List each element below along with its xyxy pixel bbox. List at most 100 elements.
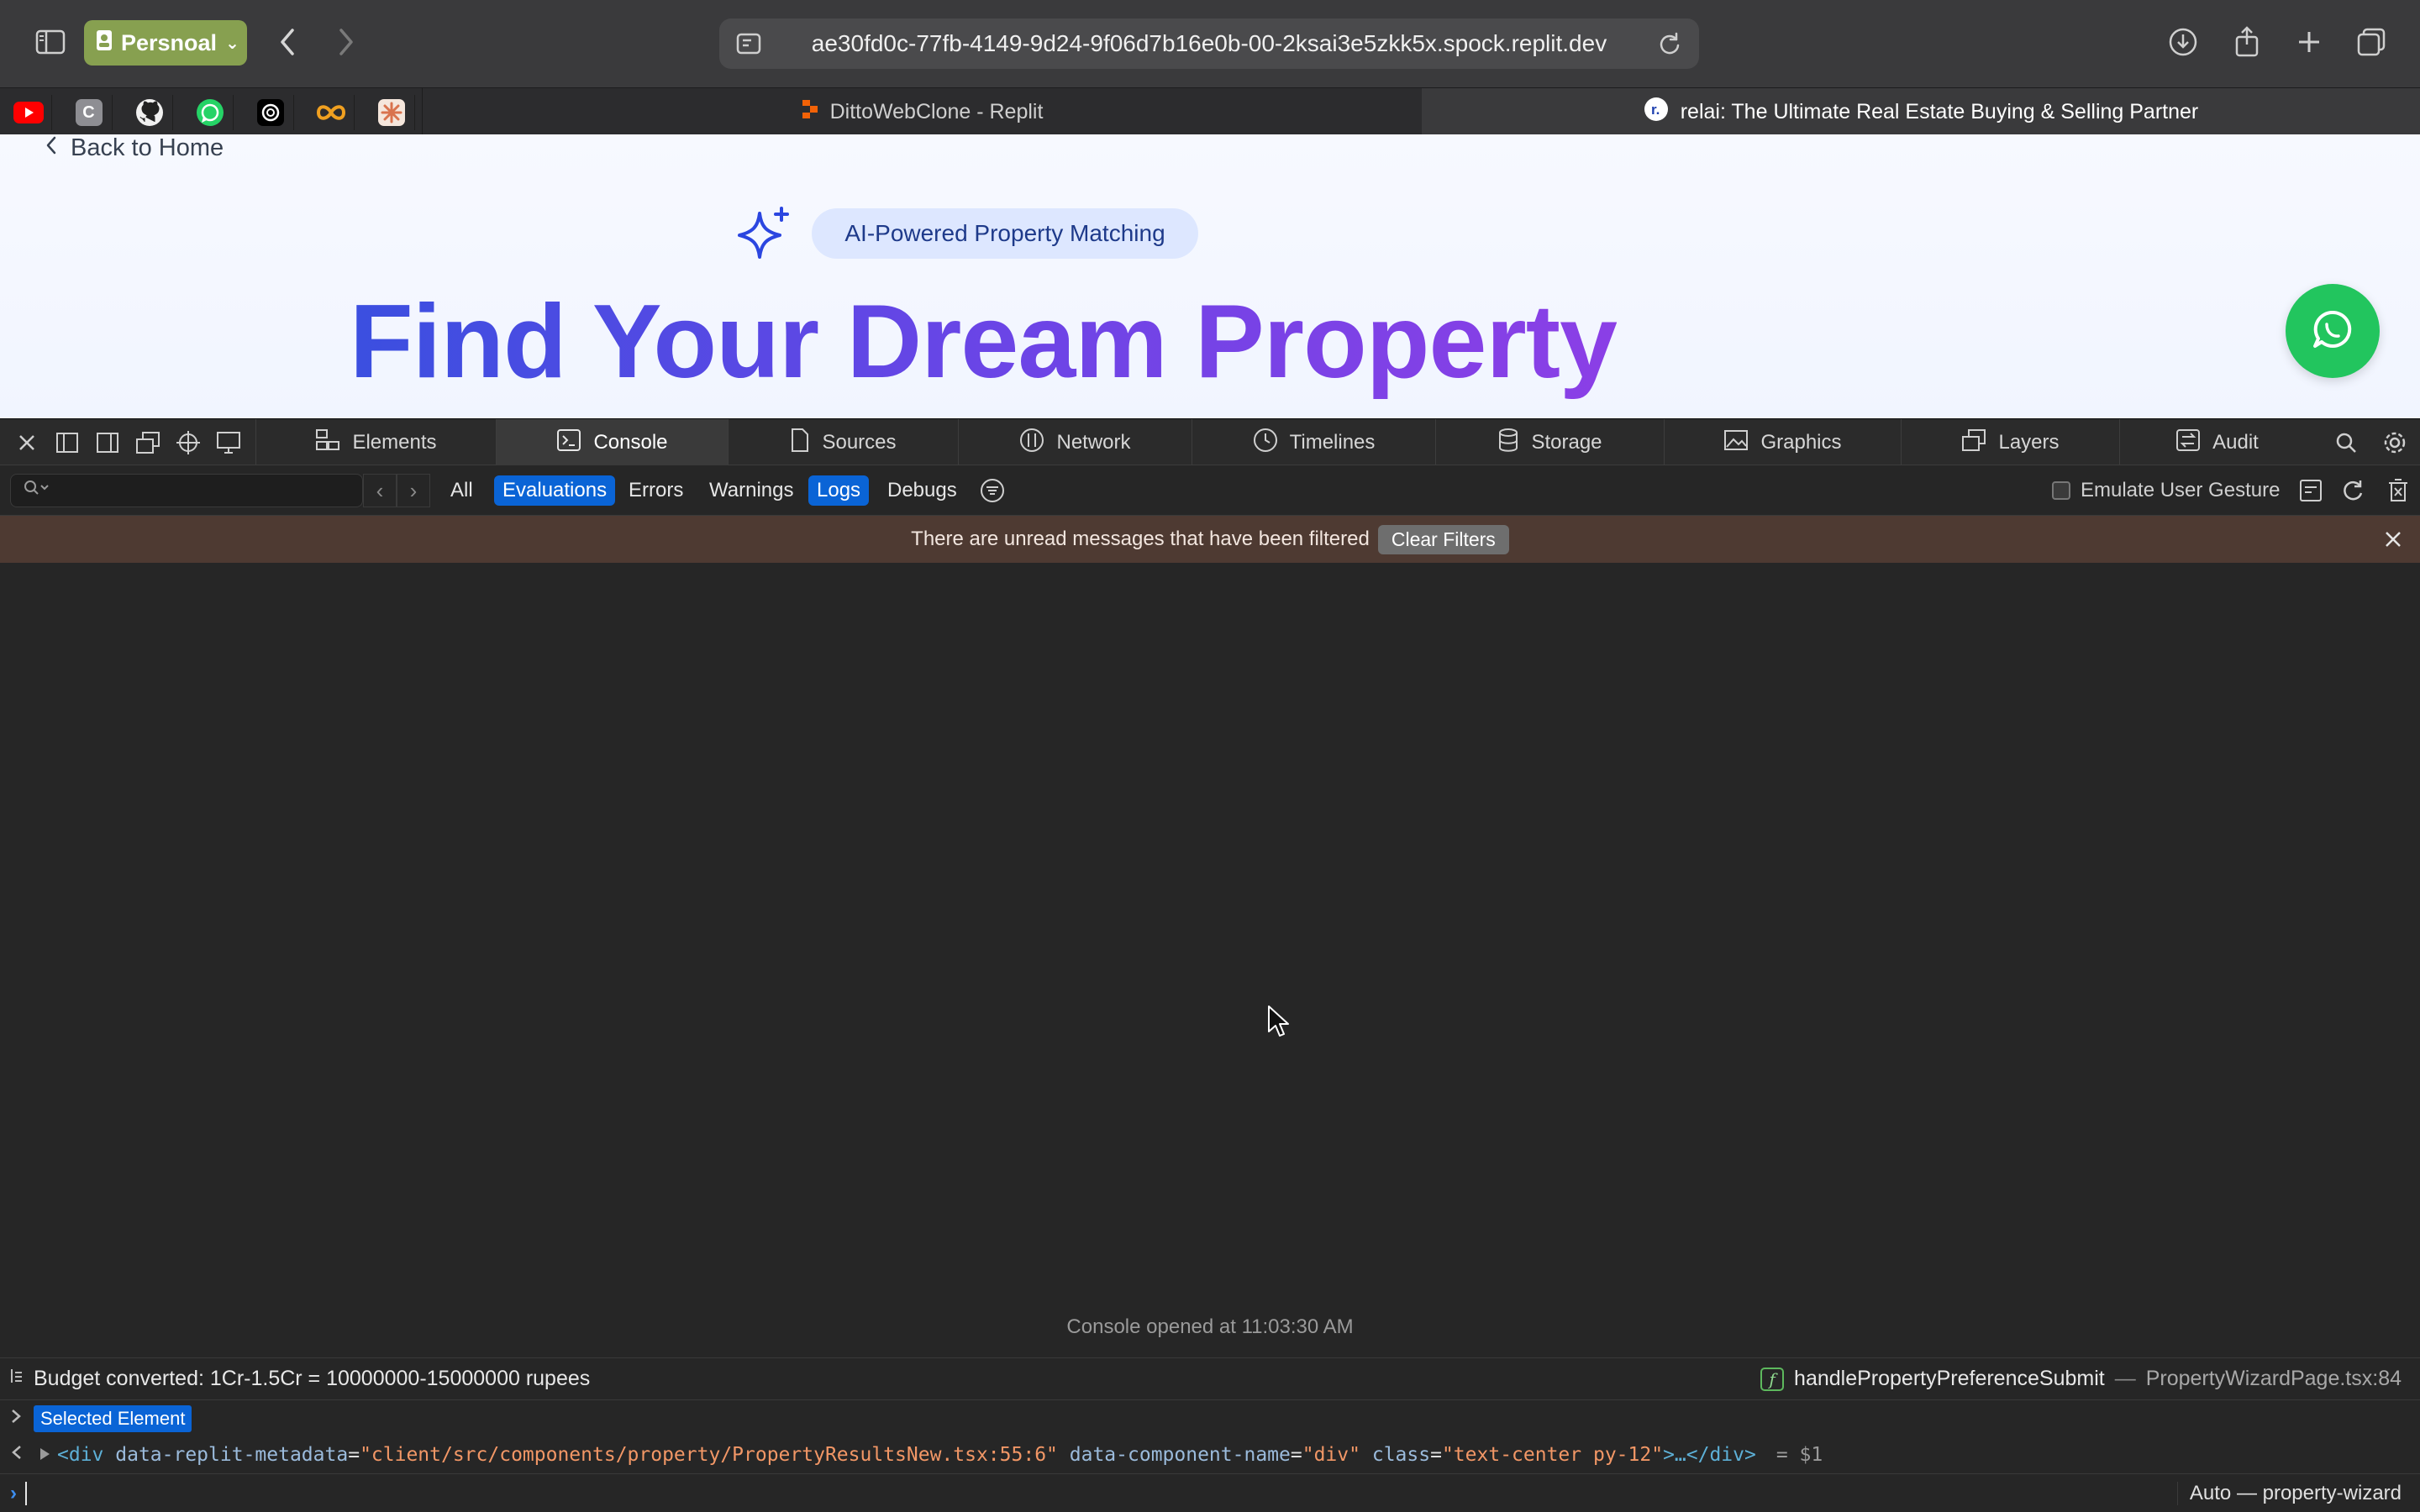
relai-icon: r. [1644, 97, 1669, 128]
favorite-claude-icon[interactable] [368, 95, 415, 130]
filter-errors[interactable]: Errors [620, 475, 692, 506]
address-bar[interactable]: ae30fd0c-77fb-4149-9d24-9f06d7b16e0b-00-… [719, 18, 1699, 69]
clear-filters-button[interactable]: Clear Filters [1377, 524, 1509, 554]
filter-all[interactable]: All [442, 475, 481, 506]
disclosure-triangle-icon[interactable] [39, 1444, 50, 1466]
tab-timelines[interactable]: Timelines [1192, 419, 1435, 466]
favorite-whatsapp-icon[interactable] [187, 95, 234, 130]
search-icon[interactable] [2329, 426, 2363, 459]
image-icon [1723, 429, 1749, 457]
document-icon [790, 428, 810, 459]
tab-label: Sources [822, 431, 897, 454]
back-label: Back to Home [71, 134, 224, 161]
detach-window-icon[interactable] [131, 426, 165, 459]
dock-left-icon[interactable] [50, 426, 84, 459]
screen: Persnoal ⌄ ae30fd0c-77fb-4149-9d24-9f06d… [0, 0, 2420, 1512]
favorite-c-icon[interactable]: C [66, 95, 113, 130]
tab-console[interactable]: Console [496, 419, 728, 466]
tab-storage[interactable]: Storage [1435, 419, 1664, 466]
device-settings-icon[interactable] [212, 426, 245, 459]
gear-icon[interactable] [2378, 426, 2412, 459]
chat-button[interactable] [2286, 284, 2380, 378]
element-picker-icon[interactable] [171, 426, 205, 459]
prompt-chevron-icon: › [10, 1481, 17, 1504]
emulate-label: Emulate User Gesture [2081, 479, 2281, 501]
close-icon[interactable] [2380, 526, 2407, 553]
console-icon [556, 428, 581, 458]
tab-sources[interactable]: Sources [728, 419, 958, 466]
filter-input[interactable] [10, 474, 363, 507]
tab-elements[interactable]: Elements [255, 419, 496, 466]
tab-overview-icon[interactable] [2351, 22, 2391, 62]
node-close-tag: >…</div> [1663, 1444, 1756, 1466]
clear-console-icon[interactable] [2381, 474, 2415, 507]
sidebar-toggle-icon[interactable] [30, 22, 71, 62]
downloads-icon[interactable] [2163, 22, 2203, 62]
forward-nav-icon[interactable] [326, 22, 366, 62]
tab-label: Elements [352, 431, 437, 454]
page-settings-icon[interactable] [719, 18, 778, 69]
favorite-youtube-icon[interactable] [5, 95, 52, 130]
profile-button[interactable]: Persnoal ⌄ [84, 20, 247, 66]
filter-warnings[interactable]: Warnings [701, 475, 802, 506]
emulate-user-gesture-toggle[interactable]: Emulate User Gesture [2052, 475, 2280, 506]
ai-matching-badge: AI-Powered Property Matching [812, 208, 1198, 259]
node-attr-value: "div" [1302, 1444, 1360, 1466]
filter-options-icon[interactable] [971, 475, 1013, 506]
tab-label: Graphics [1760, 431, 1842, 454]
profile-badge-icon [96, 29, 113, 57]
back-to-home-link[interactable]: Back to Home [45, 134, 224, 162]
favorite-openai-icon[interactable] [247, 95, 294, 130]
tab-layers[interactable]: Layers [1901, 419, 2119, 466]
tab-bar: C DittoWebClone - Replit r. relai: The U… [0, 87, 2420, 135]
browser-toolbar: Persnoal ⌄ ae30fd0c-77fb-4149-9d24-9f06d… [0, 0, 2420, 87]
dock-right-icon[interactable] [91, 426, 124, 459]
network-icon [1019, 428, 1044, 459]
node-open-tag: <div [57, 1444, 104, 1466]
devtools-tab-bar: Elements Console Sources Network Timelin… [0, 418, 2420, 466]
chevron-left-icon [45, 134, 57, 162]
log-source[interactable]: f handlePropertyPreferenceSubmit — Prope… [1760, 1367, 2402, 1391]
tab-dittowebclone[interactable]: DittoWebClone - Replit [422, 88, 1422, 135]
filter-evaluations[interactable]: Evaluations [494, 475, 616, 506]
emulate-checkbox[interactable] [2052, 481, 2070, 500]
back-nav-icon[interactable] [267, 22, 308, 62]
log-function-name: handlePropertyPreferenceSubmit [1794, 1367, 2105, 1390]
tab-relai[interactable]: r. relai: The Ultimate Real Estate Buyin… [1422, 88, 2420, 135]
console-log-row[interactable]: Budget converted: 1Cr-1.5Cr = 10000000-1… [0, 1357, 2420, 1399]
new-tab-icon[interactable] [2289, 22, 2329, 62]
close-devtools-icon[interactable] [10, 426, 44, 459]
reload-icon[interactable] [1640, 18, 1699, 69]
favorite-github-icon[interactable] [126, 95, 173, 130]
console-input[interactable]: › Auto — property-wizard [0, 1473, 2420, 1512]
favorite-infinity-icon[interactable] [308, 95, 355, 130]
log-level-icon [10, 1367, 24, 1391]
console-opened-text: Console opened at 11:03:30 AM [1066, 1315, 1354, 1338]
preserve-log-icon[interactable] [2294, 474, 2328, 507]
refresh-icon[interactable] [2336, 474, 2370, 507]
chevron-right-icon[interactable] [10, 1408, 22, 1429]
node-attr-name: data-component-name [1069, 1444, 1291, 1466]
clock-icon [1253, 428, 1278, 459]
share-icon[interactable] [2227, 22, 2267, 62]
web-page: Back to Home AI-Powered Property Matchin… [0, 134, 2420, 418]
selected-element-row[interactable]: Selected Element [0, 1399, 2420, 1436]
filter-prev-icon[interactable]: ‹ [363, 474, 397, 507]
url-text: ae30fd0c-77fb-4149-9d24-9f06d7b16e0b-00-… [811, 30, 1607, 56]
chat-bubble-icon [2311, 307, 2354, 355]
tab-graphics[interactable]: Graphics [1664, 419, 1901, 466]
sparkles-icon [736, 205, 793, 262]
filter-debugs[interactable]: Debugs [879, 475, 965, 506]
hero-title: Find Your Dream Property [350, 284, 1618, 400]
tab-network[interactable]: Network [958, 419, 1192, 466]
layers-icon [1961, 428, 1986, 458]
filter-next-icon[interactable]: › [397, 474, 430, 507]
dom-node-row[interactable]: <div data-replit-metadata = "client/src/… [0, 1436, 2420, 1473]
tab-audit[interactable]: Audit [2119, 419, 2314, 466]
filter-logs[interactable]: Logs [808, 475, 870, 506]
tab-label: Timelines [1289, 431, 1376, 454]
audit-icon [2175, 428, 2201, 458]
text-caret [25, 1481, 27, 1505]
execution-context-select[interactable]: Auto — property-wizard [2176, 1481, 2402, 1505]
log-source-separator: — [2114, 1367, 2136, 1390]
